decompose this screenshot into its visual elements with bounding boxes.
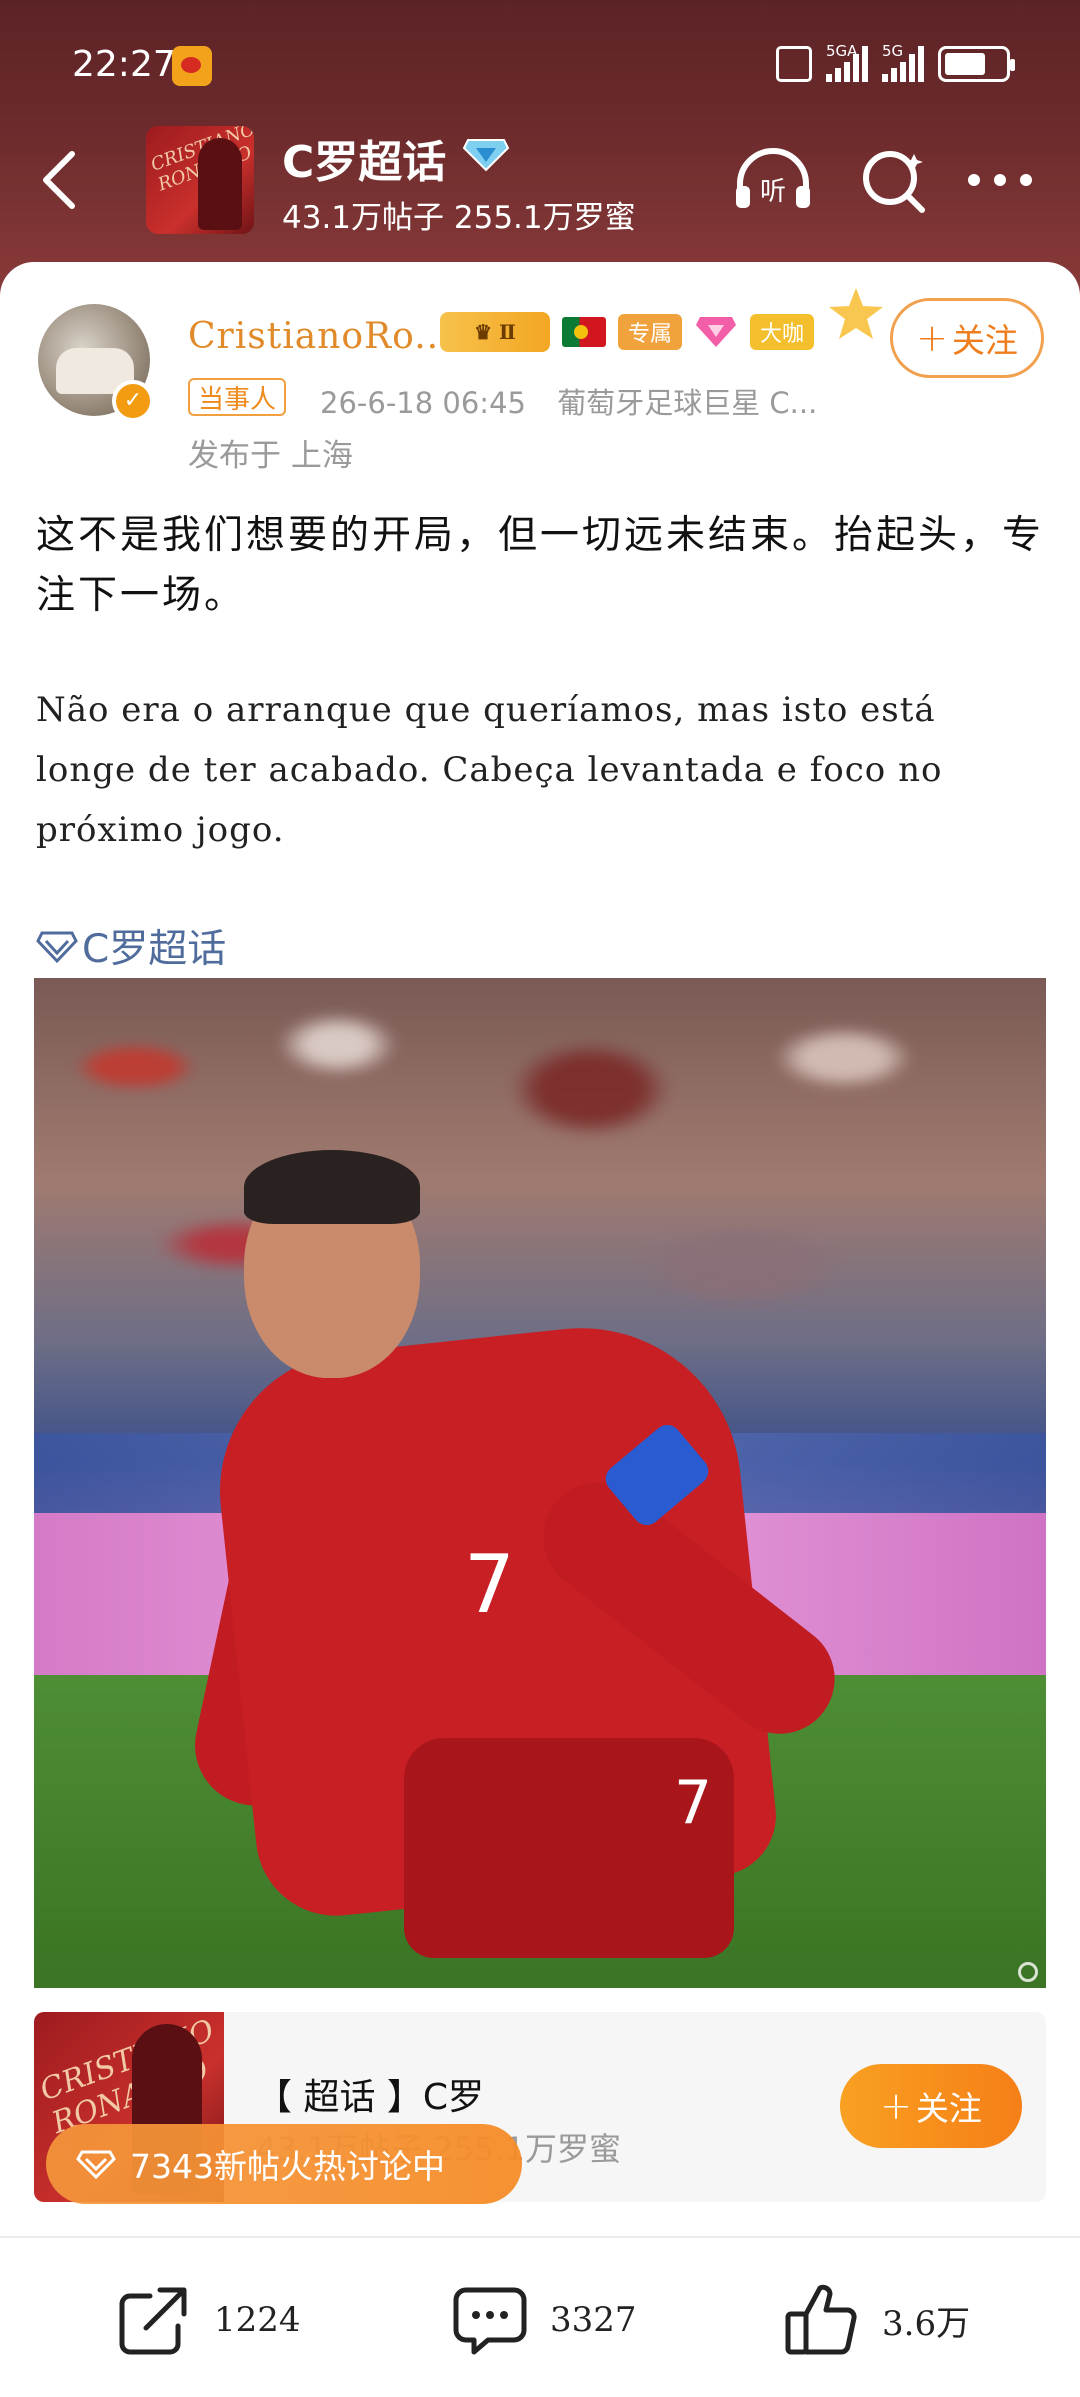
- pink-diamond-icon: [696, 317, 737, 347]
- battery-icon: [938, 46, 1015, 82]
- follow-topic-button[interactable]: + 关注: [840, 2064, 1022, 2148]
- diamond-outline-icon: [76, 2150, 116, 2180]
- verified-icon: ✓: [112, 380, 154, 422]
- signal-5ga-label: 5GA: [826, 42, 858, 60]
- exclusive-badge[interactable]: 专属: [618, 314, 683, 350]
- repost-button[interactable]: 1224: [116, 2270, 301, 2370]
- post-meta: 26-6-18 06:45 葡萄牙足球巨星 C...: [320, 380, 817, 422]
- post-photo[interactable]: 7 7: [34, 978, 1046, 1988]
- follow-topic-label: 关注: [915, 2089, 982, 2128]
- chevron-left-icon: [43, 151, 75, 209]
- photo-jersey-number: 7: [464, 1538, 515, 1631]
- author-description: 葡萄牙足球巨星 C...: [557, 386, 818, 420]
- topic-link[interactable]: C罗超话: [36, 918, 226, 974]
- signal-5g-icon: 5G: [882, 42, 924, 82]
- search-icon: [863, 151, 925, 213]
- like-count: 3.6万: [882, 2303, 971, 2344]
- search-button[interactable]: [856, 140, 932, 220]
- post-timestamp: 26-6-18 06:45: [320, 386, 526, 420]
- listen-label: 听: [760, 177, 786, 207]
- share-icon: [119, 2287, 187, 2355]
- repost-count: 1224: [214, 2300, 301, 2340]
- topic-title[interactable]: C罗超话: [282, 126, 446, 190]
- diamond-outline-icon: [36, 931, 78, 964]
- vibrate-icon: [776, 46, 812, 82]
- status-bar: 22:27 5GA 5G: [0, 0, 1080, 130]
- comment-button[interactable]: 3327: [452, 2270, 637, 2370]
- photo-player-hair: [244, 1150, 420, 1224]
- divider: [0, 2236, 1080, 2238]
- level-badge-label: Ⅱ: [499, 320, 516, 344]
- comment-count: 3327: [550, 2300, 637, 2340]
- status-time: 22:27: [72, 44, 176, 85]
- post-location: 发布于 上海: [188, 438, 353, 474]
- crown-icon: ♛: [474, 320, 500, 344]
- author-badges: ♛ Ⅱ 专属 大咖: [440, 312, 815, 352]
- post-text-portuguese: Não era o arranque que queríamos, mas is…: [36, 690, 943, 850]
- signal-5ga-icon: 5GA: [826, 42, 868, 82]
- hot-discussion-pill[interactable]: 7343新帖火热讨论中: [46, 2124, 522, 2204]
- photo-watermark-icon: [1018, 1962, 1038, 1982]
- topic-avatar[interactable]: CRISTIANO RONALDO: [146, 126, 254, 234]
- follow-author-button[interactable]: + 关注: [890, 298, 1044, 378]
- follow-author-label: 关注: [951, 321, 1018, 360]
- plus-icon: +: [880, 2084, 912, 2128]
- listen-button[interactable]: 听: [730, 140, 816, 220]
- system-icons: 5GA 5G: [776, 42, 1015, 84]
- thumbs-up-icon: [785, 2284, 857, 2355]
- topic-avatar-figure: [198, 138, 242, 230]
- star-icon: [829, 288, 883, 339]
- plus-icon: +: [916, 316, 948, 360]
- topic-link-label: C罗超话: [82, 927, 227, 972]
- source-tag: 当事人: [188, 378, 287, 416]
- weibo-notification-icon: [172, 46, 212, 86]
- super-topic-diamond-icon: [462, 139, 510, 172]
- level-badge[interactable]: ♛ Ⅱ: [440, 312, 550, 352]
- more-dots-icon: [968, 174, 1032, 186]
- topic-header: 22:27 5GA 5G CRISTIANO RONALDO C罗超话 43.1…: [0, 0, 1080, 300]
- more-button[interactable]: [960, 150, 1040, 210]
- back-button[interactable]: [30, 140, 90, 220]
- post-text-chinese: 这不是我们想要的开局，但一切远未结束。抬起头，专注下一场。: [36, 513, 1045, 618]
- signal-5g-label: 5G: [882, 42, 904, 60]
- hot-discussion-label: 7343新帖火热讨论中: [130, 2147, 445, 2186]
- bigshot-badge[interactable]: 大咖: [750, 314, 815, 350]
- topic-card-title: 【 超话 】C罗: [256, 2077, 485, 2118]
- headphones-icon: 听: [736, 148, 810, 208]
- author-name[interactable]: CristianoRo...: [188, 316, 452, 357]
- photo-shorts-number: 7: [674, 1768, 713, 1838]
- comment-icon: [453, 2287, 527, 2355]
- topic-stats: 43.1万帖子 255.1万罗蜜: [282, 200, 636, 236]
- like-button[interactable]: 3.6万: [784, 2270, 970, 2370]
- portugal-flag-icon: [562, 317, 606, 347]
